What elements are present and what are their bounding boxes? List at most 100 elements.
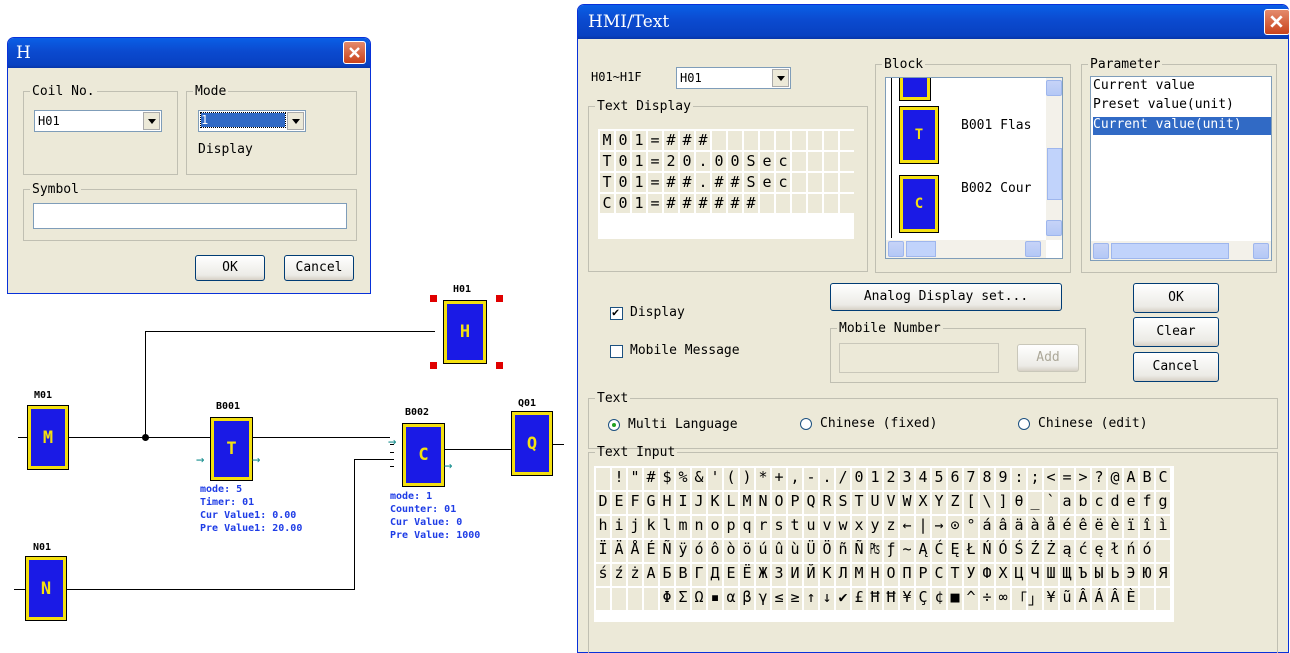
charmap-cell[interactable]: ): [740, 468, 754, 490]
charmap-cell[interactable]: 3: [900, 468, 914, 490]
charmap-cell[interactable]: Д: [708, 564, 722, 586]
charmap-cell[interactable]: ï: [1124, 516, 1138, 538]
m01-block[interactable]: M: [27, 405, 69, 470]
charmap-cell[interactable]: Е: [724, 564, 738, 586]
charmap-cell[interactable]: Ć: [932, 540, 946, 562]
charmap-cell[interactable]: _: [1028, 492, 1042, 514]
scroll-left-icon[interactable]: [888, 241, 904, 257]
charmap-cell[interactable]: 0: [852, 468, 866, 490]
charmap-cell[interactable]: ⊙: [948, 516, 962, 538]
charmap-cell[interactable]: .: [820, 468, 834, 490]
charmap-cell[interactable]: Ü: [804, 540, 818, 562]
charmap-cell[interactable]: j: [628, 516, 642, 538]
charmap-cell[interactable]: ': [708, 468, 722, 490]
charmap-cell[interactable]: \: [980, 492, 994, 514]
charmap-cell[interactable]: Й: [804, 564, 818, 586]
mode-select[interactable]: 1: [198, 110, 306, 132]
charmap-cell[interactable]: γ: [756, 588, 770, 610]
b002-counter-block[interactable]: C: [402, 423, 445, 487]
charmap-cell[interactable]: &: [692, 468, 706, 490]
charmap-cell[interactable]: Σ: [676, 588, 690, 610]
h01-block[interactable]: H: [443, 300, 487, 364]
lcd-cell[interactable]: [808, 131, 822, 150]
charmap-cell[interactable]: W: [900, 492, 914, 514]
charmap-cell[interactable]: ł: [1108, 540, 1122, 562]
lcd-cell[interactable]: c: [776, 173, 790, 192]
charmap-cell[interactable]: l: [660, 516, 674, 538]
charmap-cell[interactable]: (: [724, 468, 738, 490]
charmap-cell[interactable]: О: [884, 564, 898, 586]
charmap-cell[interactable]: K: [708, 492, 722, 514]
lcd-cell[interactable]: =: [648, 152, 662, 171]
charmap-cell[interactable]: U: [868, 492, 882, 514]
lcd-cell[interactable]: [760, 131, 774, 150]
scroll-down-icon[interactable]: [1046, 220, 1062, 236]
charmap-cell[interactable]: N: [756, 492, 770, 514]
lcd-cell[interactable]: 1: [632, 173, 646, 192]
parameter-item[interactable]: Current value: [1093, 78, 1195, 96]
charmap-cell[interactable]: â: [996, 516, 1010, 538]
charmap-cell[interactable]: s: [772, 516, 786, 538]
charmap-cell[interactable]: I: [676, 492, 690, 514]
charmap-cell[interactable]: Э: [1124, 564, 1138, 586]
charmap-cell[interactable]: S: [836, 492, 850, 514]
charmap-cell[interactable]: ę: [1092, 540, 1106, 562]
q01-block[interactable]: Q: [511, 411, 553, 476]
chevron-down-icon[interactable]: [287, 112, 304, 130]
charmap-cell[interactable]: Á: [1092, 588, 1106, 610]
lcd-cell[interactable]: [792, 131, 806, 150]
charmap-cell[interactable]: ▪: [708, 588, 722, 610]
charmap-cell[interactable]: Х: [996, 564, 1010, 586]
charmap-cell[interactable]: Ё: [740, 564, 754, 586]
charmap-cell[interactable]: Ę: [948, 540, 962, 562]
charmap-cell[interactable]: ś: [596, 564, 610, 586]
charmap-cell[interactable]: [612, 588, 626, 610]
charmap-cell[interactable]: V: [884, 492, 898, 514]
block-item[interactable]: B002 Cour: [961, 181, 1031, 199]
charmap-cell[interactable]: Ω: [692, 588, 706, 610]
chinese-edit-label[interactable]: Chinese (edit): [1038, 416, 1148, 431]
charmap-cell[interactable]: ó: [692, 540, 706, 562]
charmap-cell[interactable]: [596, 468, 610, 490]
chinese-fixed-label[interactable]: Chinese (fixed): [820, 416, 937, 431]
block-item[interactable]: B001 Flas: [961, 118, 1031, 136]
scroll-left-icon[interactable]: [1093, 243, 1109, 259]
lcd-cell[interactable]: 1: [632, 194, 646, 213]
lcd-cell[interactable]: #: [680, 131, 694, 150]
lcd-cell[interactable]: [840, 194, 854, 213]
scroll-up-icon[interactable]: [1046, 80, 1062, 96]
charmap-cell[interactable]: à: [1028, 516, 1042, 538]
charmap-cell[interactable]: Л: [836, 564, 850, 586]
charmap-cell[interactable]: Ħ: [868, 588, 882, 610]
scroll-right-icon[interactable]: [1253, 243, 1269, 259]
charmap-cell[interactable]: k: [644, 516, 658, 538]
charmap-cell[interactable]: >: [1076, 468, 1090, 490]
charmap-cell[interactable]: C: [1156, 468, 1170, 490]
charmap-cell[interactable]: Б: [660, 564, 674, 586]
charmap-cell[interactable]: ć: [1076, 540, 1090, 562]
lcd-cell[interactable]: M: [600, 131, 614, 150]
lcd-cell[interactable]: [744, 131, 758, 150]
charmap-cell[interactable]: С: [932, 564, 946, 586]
charmap-cell[interactable]: z: [884, 516, 898, 538]
charmap-cell[interactable]: ¥: [900, 588, 914, 610]
selection-handle[interactable]: [430, 362, 437, 369]
symbol-input[interactable]: [33, 203, 347, 229]
charmap-cell[interactable]: |: [916, 516, 930, 538]
charmap-cell[interactable]: y: [868, 516, 882, 538]
lcd-cell[interactable]: .: [696, 173, 710, 192]
charmap-cell[interactable]: У: [964, 564, 978, 586]
charmap-cell[interactable]: ê: [1076, 516, 1090, 538]
lcd-cell[interactable]: #: [664, 194, 678, 213]
lcd-cell[interactable]: 0: [616, 152, 630, 171]
lcd-cell[interactable]: 0: [616, 194, 630, 213]
lcd-cell[interactable]: [840, 131, 854, 150]
charmap-cell[interactable]: w: [836, 516, 850, 538]
charmap-cell[interactable]: :: [1012, 468, 1026, 490]
lcd-cell[interactable]: [824, 173, 838, 192]
charmap-cell[interactable]: Ñ: [660, 540, 674, 562]
lcd-cell[interactable]: 0: [712, 152, 726, 171]
charmap-cell[interactable]: R: [820, 492, 834, 514]
charmap-cell[interactable]: 1: [868, 468, 882, 490]
ok-button[interactable]: OK: [1133, 283, 1219, 313]
